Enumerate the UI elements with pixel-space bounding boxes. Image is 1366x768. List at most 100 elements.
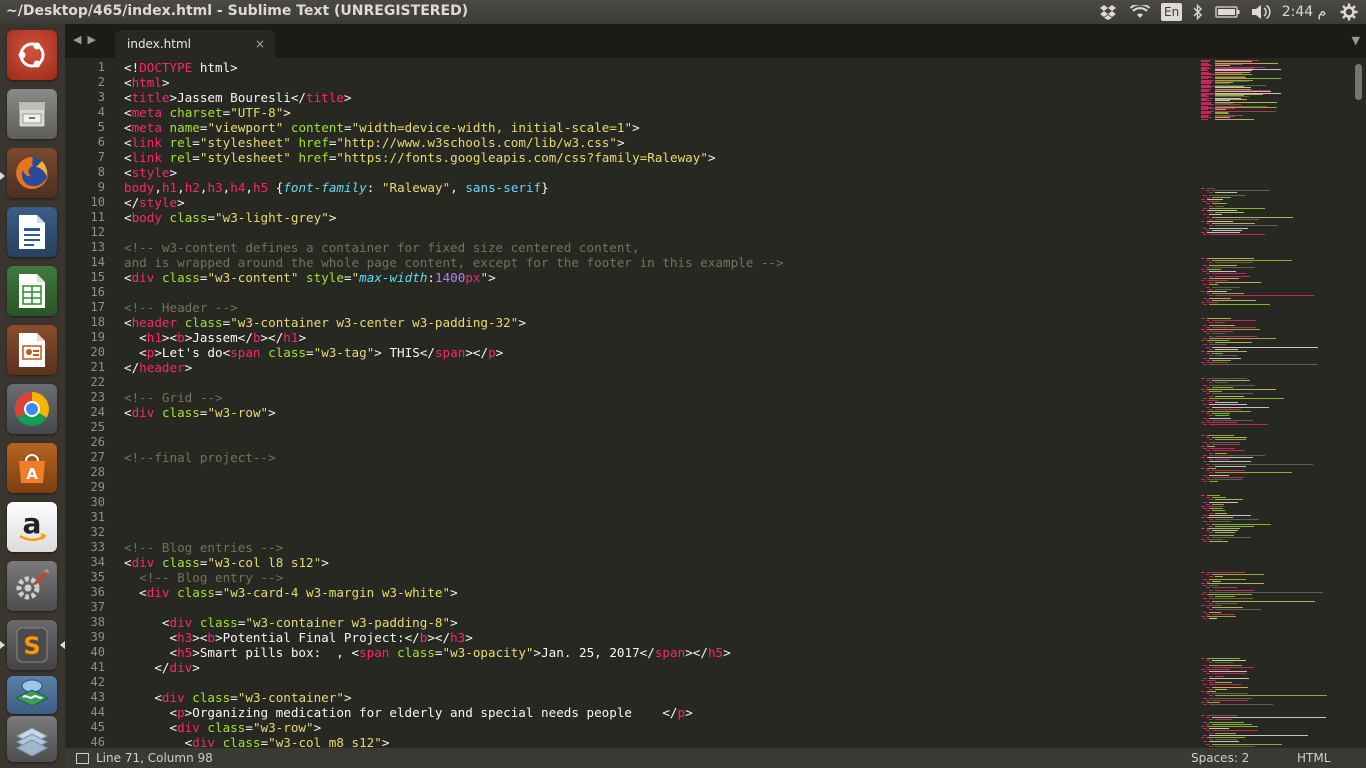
minimap-line [1215, 118, 1254, 120]
code-line[interactable]: and is wrapped around the whole page con… [124, 255, 784, 270]
code-line[interactable] [124, 375, 784, 390]
minimap-line [1206, 260, 1210, 262]
code-line[interactable]: <!DOCTYPE html> [124, 60, 784, 75]
sublime-text-icon[interactable]: S [7, 620, 57, 670]
code-line[interactable] [124, 465, 784, 480]
minimap-line [1209, 201, 1221, 203]
firefox-icon[interactable] [7, 148, 57, 198]
code-line[interactable]: <!--final project--> [124, 450, 784, 465]
code-line[interactable]: <div class="w3-container"> [124, 690, 784, 705]
ubuntu-dash-icon[interactable] [7, 30, 57, 80]
scrollbar-thumb[interactable] [1355, 64, 1362, 100]
code-line[interactable]: <meta name="viewport" content="width=dev… [124, 120, 784, 135]
code-line[interactable]: <div class="w3-container w3-padding-8"> [124, 615, 784, 630]
files-icon[interactable] [7, 89, 57, 139]
minimap-line [1209, 355, 1213, 357]
chrome-icon[interactable] [7, 384, 57, 434]
dropbox-icon[interactable] [1097, 2, 1119, 22]
code-line[interactable] [124, 435, 784, 450]
code-line[interactable]: <!-- w3-content defines a container for … [124, 240, 784, 255]
toggle-panel-icon[interactable] [76, 753, 89, 764]
code-line[interactable] [124, 225, 784, 240]
editor-pane[interactable]: 1 2 3 4 5 6 7 8 9 10 11 12 13 14 15 16 17 18 19 20 21 22 23 24 2… [65, 58, 1366, 748]
code-line[interactable]: <link rel="stylesheet" href="http://www.… [124, 135, 784, 150]
syntax-selector[interactable]: HTML [1297, 751, 1330, 765]
minimap-line [1212, 600, 1316, 602]
indentation-setting[interactable]: Spaces: 2 [1191, 751, 1249, 765]
minimap-line [1212, 393, 1254, 395]
code-line[interactable]: <p>Organizing medication for elderly and… [124, 705, 784, 720]
code-line[interactable] [124, 600, 784, 615]
workspace-switcher-icon[interactable] [7, 676, 57, 714]
line-number: 39 [90, 630, 105, 644]
code-area[interactable]: <!DOCTYPE html> <html> <title>Jassem Boure… [124, 60, 784, 748]
code-token: >Jan. 25, 2017</ [533, 645, 655, 660]
code-line[interactable]: <!-- Blog entries --> [124, 540, 784, 555]
code-line[interactable]: <div class="w3-row"> [124, 405, 784, 420]
code-line[interactable] [124, 495, 784, 510]
code-line[interactable]: </style> [124, 195, 784, 210]
settings-gear-icon[interactable] [1338, 2, 1360, 22]
code-line[interactable]: <div class="w3-col l8 s12"> [124, 555, 784, 570]
minimap-line [1212, 673, 1247, 675]
tab-close-icon[interactable]: × [255, 37, 265, 51]
cursor-position[interactable]: Line 71, Column 98 [96, 751, 213, 765]
code-line[interactable]: <!-- Blog entry --> [124, 570, 784, 585]
code-line[interactable]: <h1><b>Jassem</b></h1> [124, 330, 784, 345]
amazon-icon[interactable]: a [7, 502, 57, 552]
code-line[interactable]: <title>Jassem Bouresli</title> [124, 90, 784, 105]
code-line[interactable]: <p>Let's do<span class="w3-tag"> THIS</s… [124, 345, 784, 360]
tab-menu-chevron-down-icon[interactable]: ▼ [1352, 34, 1360, 47]
bluetooth-icon[interactable] [1190, 2, 1206, 22]
software-center-icon[interactable]: A [7, 443, 57, 493]
code-token: > [488, 270, 496, 285]
wifi-icon[interactable] [1128, 2, 1152, 22]
minimap[interactable] [1201, 60, 1349, 748]
line-number: 16 [90, 285, 105, 299]
tab-index-html[interactable]: index.html × [115, 30, 275, 58]
code-line[interactable]: <h5>Smart pills box: , <span class="w3-o… [124, 645, 784, 660]
minimap-line [1201, 188, 1205, 189]
code-line[interactable] [124, 420, 784, 435]
code-line[interactable]: body,h1,h2,h3,h4,h5 {font-family: "Ralew… [124, 180, 784, 195]
code-line[interactable]: <!-- Grid --> [124, 390, 784, 405]
minimap-line [1201, 737, 1205, 738]
minimap-line [1209, 439, 1213, 441]
libreoffice-impress-icon[interactable] [7, 325, 57, 375]
code-line[interactable]: <link rel="stylesheet" href="https://fon… [124, 150, 784, 165]
keyboard-lang-indicator[interactable]: En [1161, 3, 1183, 21]
vertical-scrollbar[interactable] [1351, 58, 1366, 748]
code-line[interactable]: <meta charset="UTF-8"> [124, 105, 784, 120]
code-line[interactable]: <div class="w3-col m8 s12"> [124, 735, 784, 748]
code-line[interactable]: <h3><b>Potential Final Project:</b></h3> [124, 630, 784, 645]
code-line[interactable]: <div class="w3-content" style="max-width… [124, 270, 784, 285]
code-line[interactable]: <div class="w3-card-4 w3-margin w3-white… [124, 585, 784, 600]
code-line[interactable]: <!-- Header --> [124, 300, 784, 315]
code-token: < [124, 615, 170, 630]
code-line[interactable]: <style> [124, 165, 784, 180]
libreoffice-calc-icon[interactable] [7, 266, 57, 316]
code-token: ></ [427, 630, 451, 645]
battery-icon[interactable] [1214, 2, 1242, 22]
trash-icon[interactable] [7, 716, 57, 762]
clock[interactable]: 2:44 م [1279, 2, 1329, 22]
minimap-line [1209, 682, 1213, 684]
code-line[interactable] [124, 675, 784, 690]
code-line[interactable]: </header> [124, 360, 784, 375]
code-line[interactable]: <header class="w3-container w3-center w3… [124, 315, 784, 330]
code-line[interactable] [124, 510, 784, 525]
code-line[interactable]: <div class="w3-row"> [124, 720, 784, 735]
code-token: < [124, 735, 193, 748]
system-settings-icon[interactable] [7, 561, 57, 611]
libreoffice-writer-icon[interactable] [7, 207, 57, 257]
code-line[interactable]: <body class="w3-light-grey"> [124, 210, 784, 225]
volume-icon[interactable] [1250, 2, 1272, 22]
code-line[interactable] [124, 480, 784, 495]
code-line[interactable] [124, 525, 784, 540]
tab-nav-arrows[interactable]: ◀▶ [73, 33, 102, 46]
code-line[interactable]: <html> [124, 75, 784, 90]
minimap-line [1201, 258, 1205, 259]
code-line[interactable]: </div> [124, 660, 784, 675]
minimap-line [1207, 389, 1277, 390]
code-line[interactable] [124, 285, 784, 300]
